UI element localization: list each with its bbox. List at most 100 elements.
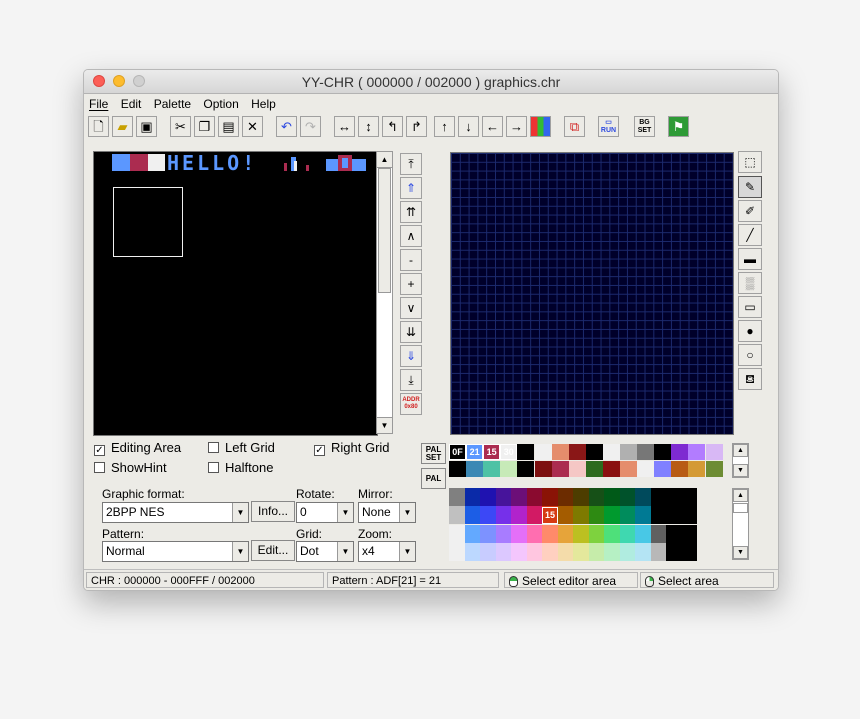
- menu-option[interactable]: Option: [203, 97, 238, 111]
- full-palette-swatch[interactable]: [650, 542, 666, 561]
- palette-color-swatch[interactable]: [585, 461, 603, 477]
- full-palette-swatch[interactable]: [495, 488, 511, 506]
- full-palette-scroll-thumb[interactable]: [733, 503, 748, 513]
- full-palette-swatch[interactable]: [526, 506, 542, 525]
- pattern-rect-tool-button[interactable]: ▒: [738, 272, 762, 294]
- scroll-up-button[interactable]: ▲: [377, 152, 392, 168]
- full-palette-swatch[interactable]: [635, 542, 651, 561]
- full-palette-swatch[interactable]: [480, 524, 496, 543]
- full-palette-swatch[interactable]: [511, 488, 527, 506]
- editing-area-checkbox[interactable]: ✓ Editing Area: [94, 440, 181, 456]
- full-palette-swatch[interactable]: [573, 542, 589, 561]
- palette-color-swatch[interactable]: [671, 444, 689, 460]
- menu-edit[interactable]: Edit: [121, 97, 142, 111]
- line-tool-button[interactable]: ╱: [738, 224, 762, 246]
- full-palette-swatch[interactable]: [542, 524, 558, 543]
- open-button[interactable]: ▰: [112, 116, 133, 137]
- delete-button[interactable]: ✕: [242, 116, 263, 137]
- palette-color-swatch[interactable]: [705, 461, 723, 477]
- full-palette-swatch[interactable]: [650, 524, 666, 543]
- flip-vertical-button[interactable]: ↕: [358, 116, 379, 137]
- preview-scrollbar[interactable]: ▲ ▼: [376, 151, 393, 434]
- full-palette-swatch[interactable]: [464, 488, 480, 506]
- full-palette-swatch[interactable]: [542, 488, 558, 506]
- palette-color-swatch[interactable]: 0F: [449, 444, 466, 460]
- rotate-select[interactable]: 0 ▼: [296, 502, 354, 523]
- palette-scroll-down-button[interactable]: ▼: [733, 464, 748, 477]
- full-palette-swatch[interactable]: [526, 488, 542, 506]
- palette-color-swatch[interactable]: [534, 444, 552, 460]
- palette-color-swatch[interactable]: [705, 444, 723, 460]
- palette-row-1[interactable]: 0F 21 15 30: [449, 444, 723, 460]
- full-palette-swatch[interactable]: [464, 524, 480, 543]
- full-palette-swatch[interactable]: [449, 524, 465, 543]
- full-palette-swatch[interactable]: [464, 506, 480, 525]
- full-palette-swatch[interactable]: [511, 542, 527, 561]
- halftone-checkbox[interactable]: Halftone: [208, 460, 273, 476]
- editing-area-selection[interactable]: [113, 187, 183, 257]
- palset-button[interactable]: PAL SET: [421, 443, 446, 464]
- full-palette-swatch[interactable]: [588, 506, 604, 525]
- palette-color-swatch[interactable]: [483, 461, 501, 477]
- right-grid-checkbox[interactable]: ✓ Right Grid: [314, 440, 390, 456]
- full-palette-swatch[interactable]: [650, 488, 666, 506]
- shift-down-button[interactable]: ↓: [458, 116, 479, 137]
- full-palette-swatch[interactable]: [480, 488, 496, 506]
- full-palette-swatch[interactable]: [495, 542, 511, 561]
- palette-color-swatch[interactable]: [466, 461, 484, 477]
- full-palette-swatch[interactable]: 15: [542, 506, 558, 525]
- full-palette-swatch[interactable]: [449, 542, 465, 561]
- palette-color-swatch[interactable]: [551, 461, 569, 477]
- full-palette-swatch[interactable]: [650, 506, 666, 525]
- palette-color-swatch[interactable]: [671, 461, 689, 477]
- full-palette-swatch[interactable]: [619, 542, 635, 561]
- rotate-left-button[interactable]: ↰: [382, 116, 403, 137]
- shift-right-button[interactable]: →: [506, 116, 527, 137]
- full-palette-swatch[interactable]: [666, 524, 682, 543]
- mirror-select[interactable]: None ▼: [358, 502, 416, 523]
- nav-plus-button[interactable]: +: [400, 273, 422, 295]
- full-palette-swatch[interactable]: [619, 524, 635, 543]
- full-palette-swatch[interactable]: [526, 524, 542, 543]
- menu-palette[interactable]: Palette: [154, 97, 191, 111]
- full-palette-swatch[interactable]: [681, 506, 697, 525]
- palette-color-swatch[interactable]: [688, 444, 706, 460]
- palette-color-swatch[interactable]: [637, 444, 655, 460]
- palette-color-swatch[interactable]: [637, 461, 655, 477]
- nav-address-button[interactable]: ADDR 0x80: [400, 393, 422, 415]
- full-palette-swatch[interactable]: [666, 542, 682, 561]
- full-palette-swatch[interactable]: [635, 506, 651, 525]
- full-palette-swatch[interactable]: [604, 506, 620, 525]
- palette-color-swatch[interactable]: [688, 461, 706, 477]
- fill-tool-button[interactable]: ⛾: [738, 368, 762, 390]
- full-color-palette[interactable]: 15: [449, 488, 697, 561]
- filled-circle-tool-button[interactable]: ●: [738, 320, 762, 342]
- full-palette-swatch[interactable]: [573, 488, 589, 506]
- cut-button[interactable]: ✂: [170, 116, 191, 137]
- palette-color-swatch[interactable]: [585, 444, 603, 460]
- bg-set-button[interactable]: BG SET: [634, 116, 655, 137]
- palette-color-swatch[interactable]: [568, 461, 586, 477]
- palette-color-swatch[interactable]: [602, 444, 620, 460]
- brush-tool-button[interactable]: ✐: [738, 200, 762, 222]
- palette-color-swatch[interactable]: [654, 444, 672, 460]
- full-palette-swatch[interactable]: [588, 524, 604, 543]
- full-palette-swatch[interactable]: [604, 524, 620, 543]
- redo-button[interactable]: ↷: [300, 116, 321, 137]
- full-palette-swatch[interactable]: [666, 506, 682, 525]
- full-palette-swatch[interactable]: [480, 542, 496, 561]
- rect-tool-button[interactable]: ▭: [738, 296, 762, 318]
- palette-color-swatch[interactable]: [568, 444, 586, 460]
- info-button[interactable]: Info...: [251, 501, 295, 522]
- edit-pattern-dialog-button[interactable]: Edit...: [251, 540, 295, 561]
- flip-horizontal-button[interactable]: ↔: [334, 116, 355, 137]
- nav-bottom-button[interactable]: ⤓: [400, 369, 422, 391]
- save-button[interactable]: ▣: [136, 116, 157, 137]
- scroll-thumb[interactable]: [378, 168, 391, 293]
- full-palette-swatch[interactable]: [449, 506, 465, 525]
- filled-rect-tool-button[interactable]: ▬: [738, 248, 762, 270]
- full-palette-scroll-down-button[interactable]: ▼: [733, 546, 748, 559]
- palette-view-button[interactable]: [530, 116, 551, 137]
- full-palette-swatch[interactable]: [449, 488, 465, 506]
- palette-color-swatch[interactable]: [534, 461, 552, 477]
